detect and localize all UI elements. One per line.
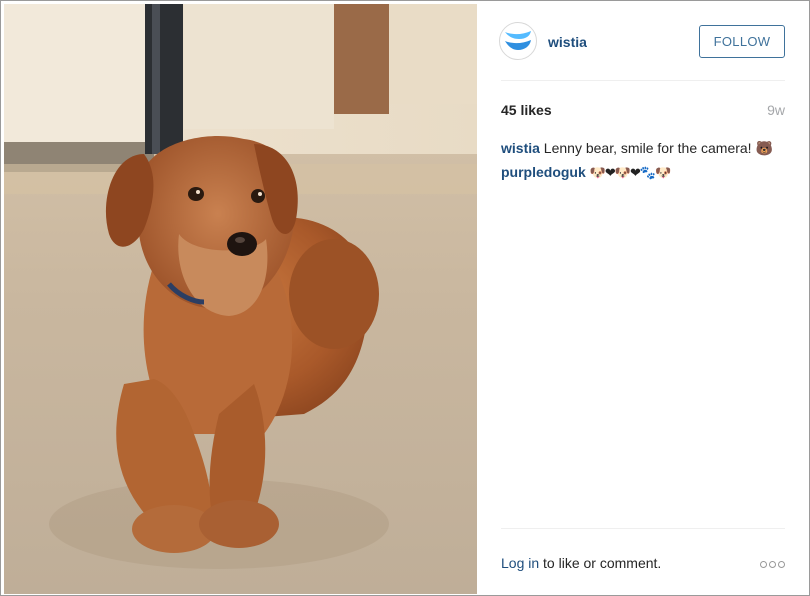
avatar[interactable] (499, 22, 537, 60)
footer-divider (501, 528, 785, 529)
instagram-embed: wistia FOLLOW 45 likes 9w wistia Lenny b… (0, 0, 810, 596)
login-prompt-suffix: to like or comment. (539, 555, 662, 571)
likes-count: 45 likes (501, 102, 552, 118)
header-divider (501, 80, 785, 81)
post-sidebar: wistia FOLLOW 45 likes 9w wistia Lenny b… (478, 1, 809, 595)
post-header: wistia FOLLOW (478, 1, 809, 81)
wistia-logo-icon (505, 31, 531, 50)
comment: purpledoguk 🐶❤🐶❤🐾🐶 (501, 164, 672, 181)
login-prompt: Log in to like or comment. (501, 555, 661, 571)
comment-author[interactable]: wistia (501, 140, 540, 156)
comment-author[interactable]: purpledoguk (501, 164, 586, 180)
comment-text: 🐶❤🐶❤🐾🐶 (589, 166, 672, 181)
post-photo[interactable] (4, 4, 477, 594)
comment-text: Lenny bear, smile for the camera! 🐻 (543, 140, 773, 156)
more-options-icon[interactable] (760, 559, 786, 569)
username-link[interactable]: wistia (548, 34, 587, 50)
caption: wistia Lenny bear, smile for the camera!… (501, 140, 773, 157)
dog-photo (4, 4, 477, 594)
login-link[interactable]: Log in (501, 555, 539, 571)
follow-button[interactable]: FOLLOW (699, 25, 785, 58)
post-age[interactable]: 9w (767, 102, 785, 118)
